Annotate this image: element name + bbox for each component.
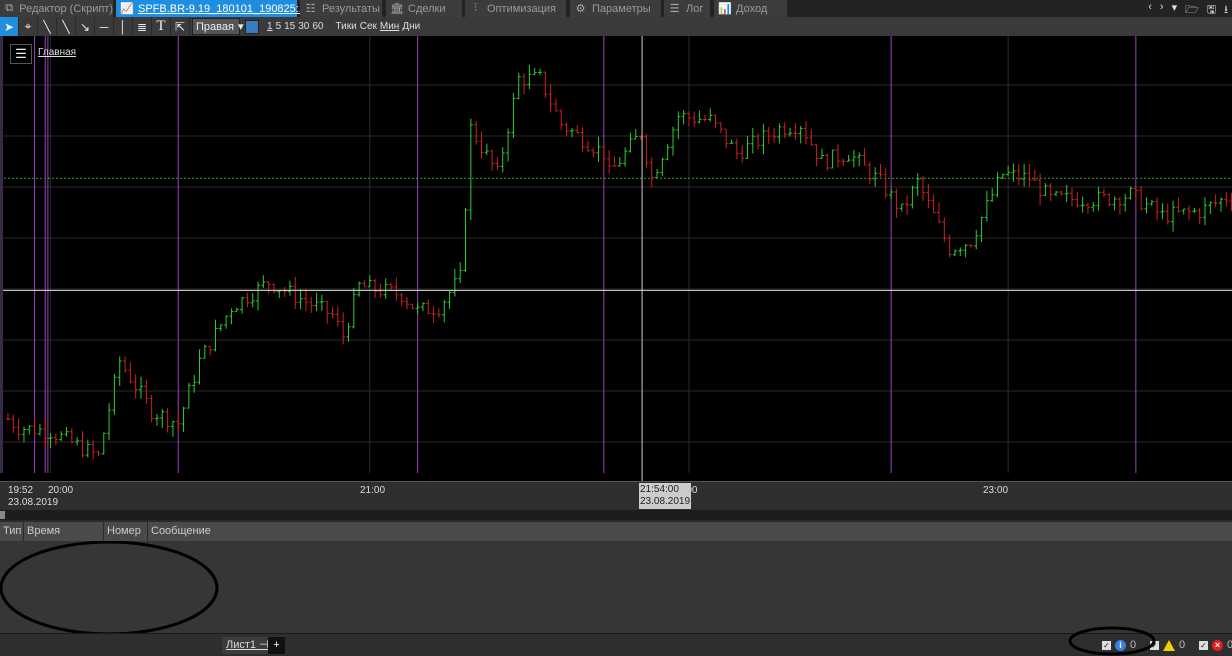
crosshair-tool-icon[interactable]: ⌖ (19, 17, 38, 36)
tab-label: Оптимизация (487, 2, 556, 15)
chart-scrollbar[interactable] (0, 510, 1232, 520)
annotation-ellipse (0, 541, 219, 636)
column-number[interactable]: Номер (104, 522, 148, 541)
price-axis-stub (0, 36, 3, 473)
scrollbar-thumb[interactable] (0, 511, 5, 519)
tab-label: Параметры (592, 2, 651, 15)
timeframe-5[interactable]: 5 (276, 21, 282, 32)
timeframe-30[interactable]: 30 (298, 21, 309, 32)
ray-tool-icon[interactable]: ╲ (57, 17, 76, 36)
log-icon: ☰ (669, 3, 680, 15)
fibonacci-tool-icon[interactable]: ≣ (133, 17, 152, 36)
color-swatch[interactable] (245, 19, 259, 34)
pointer-tool-icon[interactable]: ➤ (0, 17, 19, 36)
vertical-line-tool-icon[interactable]: │ (114, 17, 133, 36)
tab-parameters[interactable]: ⚙ Параметры (570, 0, 661, 17)
time-label: 23:00 (983, 485, 1009, 496)
crosshair-time-label: 21:54:00 23.08.2019 (639, 483, 692, 509)
sheet-label: Лист1 (226, 639, 257, 651)
chart-icon: 📈 (120, 3, 134, 15)
time-axis: 19:52 23.08.2019 20:00 21:00 2:00 23:00 … (0, 481, 1232, 510)
time-label: 21:00 (360, 485, 386, 496)
time-label: 19:52 (8, 485, 34, 496)
column-time[interactable]: Время (24, 522, 104, 541)
tab-optimization[interactable]: ⫶ Оптимизация (465, 0, 566, 17)
candlestick-chart (0, 36, 1232, 481)
annotation-ellipse (1068, 626, 1156, 656)
tab-label: SPFB.BR-9.19_180101_190825:1M (138, 2, 315, 15)
price-side-select[interactable]: Правая ▾ (192, 18, 243, 35)
toolbar: ➤ ⌖ ╲ ╲ ↘ ─ │ ≣ T ⇱ Правая ▾ 1 5 15 30 60… (0, 17, 1232, 36)
tab-label: Сделки (408, 2, 446, 15)
error-icon: × (1212, 639, 1223, 651)
optimization-icon: ⫶ (474, 2, 477, 14)
add-sheet-button[interactable]: + (268, 637, 285, 654)
gear-icon: ⚙ (575, 3, 586, 15)
timeframe-60[interactable]: 60 (312, 21, 323, 32)
checkbox-icon[interactable]: ✓ (1199, 640, 1208, 650)
sheet-tab[interactable]: Лист1 ⊣ (222, 637, 273, 654)
tab-editor[interactable]: ⧉ Редактор (Скрипт) (0, 0, 113, 17)
horizontal-line-tool-icon[interactable]: ─ (95, 17, 114, 36)
date-label: 23.08.2019 (8, 497, 59, 508)
text-tool-icon[interactable]: T (152, 17, 171, 36)
chevron-down-icon: ▾ (237, 21, 244, 33)
line-tool-icon[interactable]: ╲ (38, 17, 57, 36)
unit-minutes[interactable]: Мин (380, 21, 399, 32)
timeframe-1[interactable]: 1 (267, 21, 273, 32)
price-chart[interactable]: ☰ Главная (0, 36, 1232, 481)
select-tool-icon[interactable]: ⇱ (171, 17, 190, 36)
tab-chart[interactable]: 📈SPFB.BR-9.19_180101_190825:1M✕ (116, 0, 330, 17)
deals-icon: 🏛 (390, 3, 404, 15)
column-type[interactable]: Тип (0, 522, 24, 541)
error-count: 0 (1227, 639, 1232, 651)
unit-ticks[interactable]: Тики (336, 21, 357, 32)
results-icon: ☷ (305, 3, 316, 15)
tab-label: Результаты (322, 2, 380, 15)
price-side-value: Правая (196, 20, 234, 33)
tab-label: Редактор (Скрипт) (19, 2, 113, 15)
log-table-header: Тип Время Номер Сообщение (0, 522, 1232, 541)
tab-results[interactable]: ☷ Результаты (300, 0, 382, 17)
tab-log[interactable]: ☰ Лог (664, 0, 710, 17)
tab-income[interactable]: 📊 Доход (714, 0, 787, 17)
tab-label: Доход (736, 2, 768, 15)
crosshair-time: 21:54:00 (640, 484, 679, 495)
unit-days[interactable]: Дни (402, 21, 420, 32)
error-filter[interactable]: ✓ × 0 (1199, 639, 1232, 651)
legend-list-icon[interactable]: ☰ (10, 44, 32, 64)
time-label: 20:00 (48, 485, 74, 496)
tab-deals[interactable]: 🏛 Сделки (386, 0, 462, 17)
tab-bar: ⧉ Редактор (Скрипт) 📈 SPFB.BR-9.19_180101_… (0, 0, 1232, 17)
warning-count: 0 (1179, 639, 1186, 651)
column-message[interactable]: Сообщение (148, 522, 1232, 541)
crosshair-date: 23.08.2019 (640, 496, 691, 507)
log-table-body[interactable] (0, 541, 1232, 636)
income-icon: 📊 (718, 3, 732, 15)
timeframe-15[interactable]: 15 (284, 21, 295, 32)
tab-label: Лог (686, 2, 704, 15)
editor-icon: ⧉ (5, 2, 14, 14)
main-area-link[interactable]: Главная (38, 47, 76, 58)
arrow-line-tool-icon[interactable]: ↘ (76, 17, 95, 36)
warning-icon (1163, 639, 1175, 651)
status-bar: Лист1 ⊣ + ✓ i 0 ✓ 0 ✓ × 0 (0, 626, 1232, 656)
unit-seconds[interactable]: Сек (360, 21, 377, 32)
